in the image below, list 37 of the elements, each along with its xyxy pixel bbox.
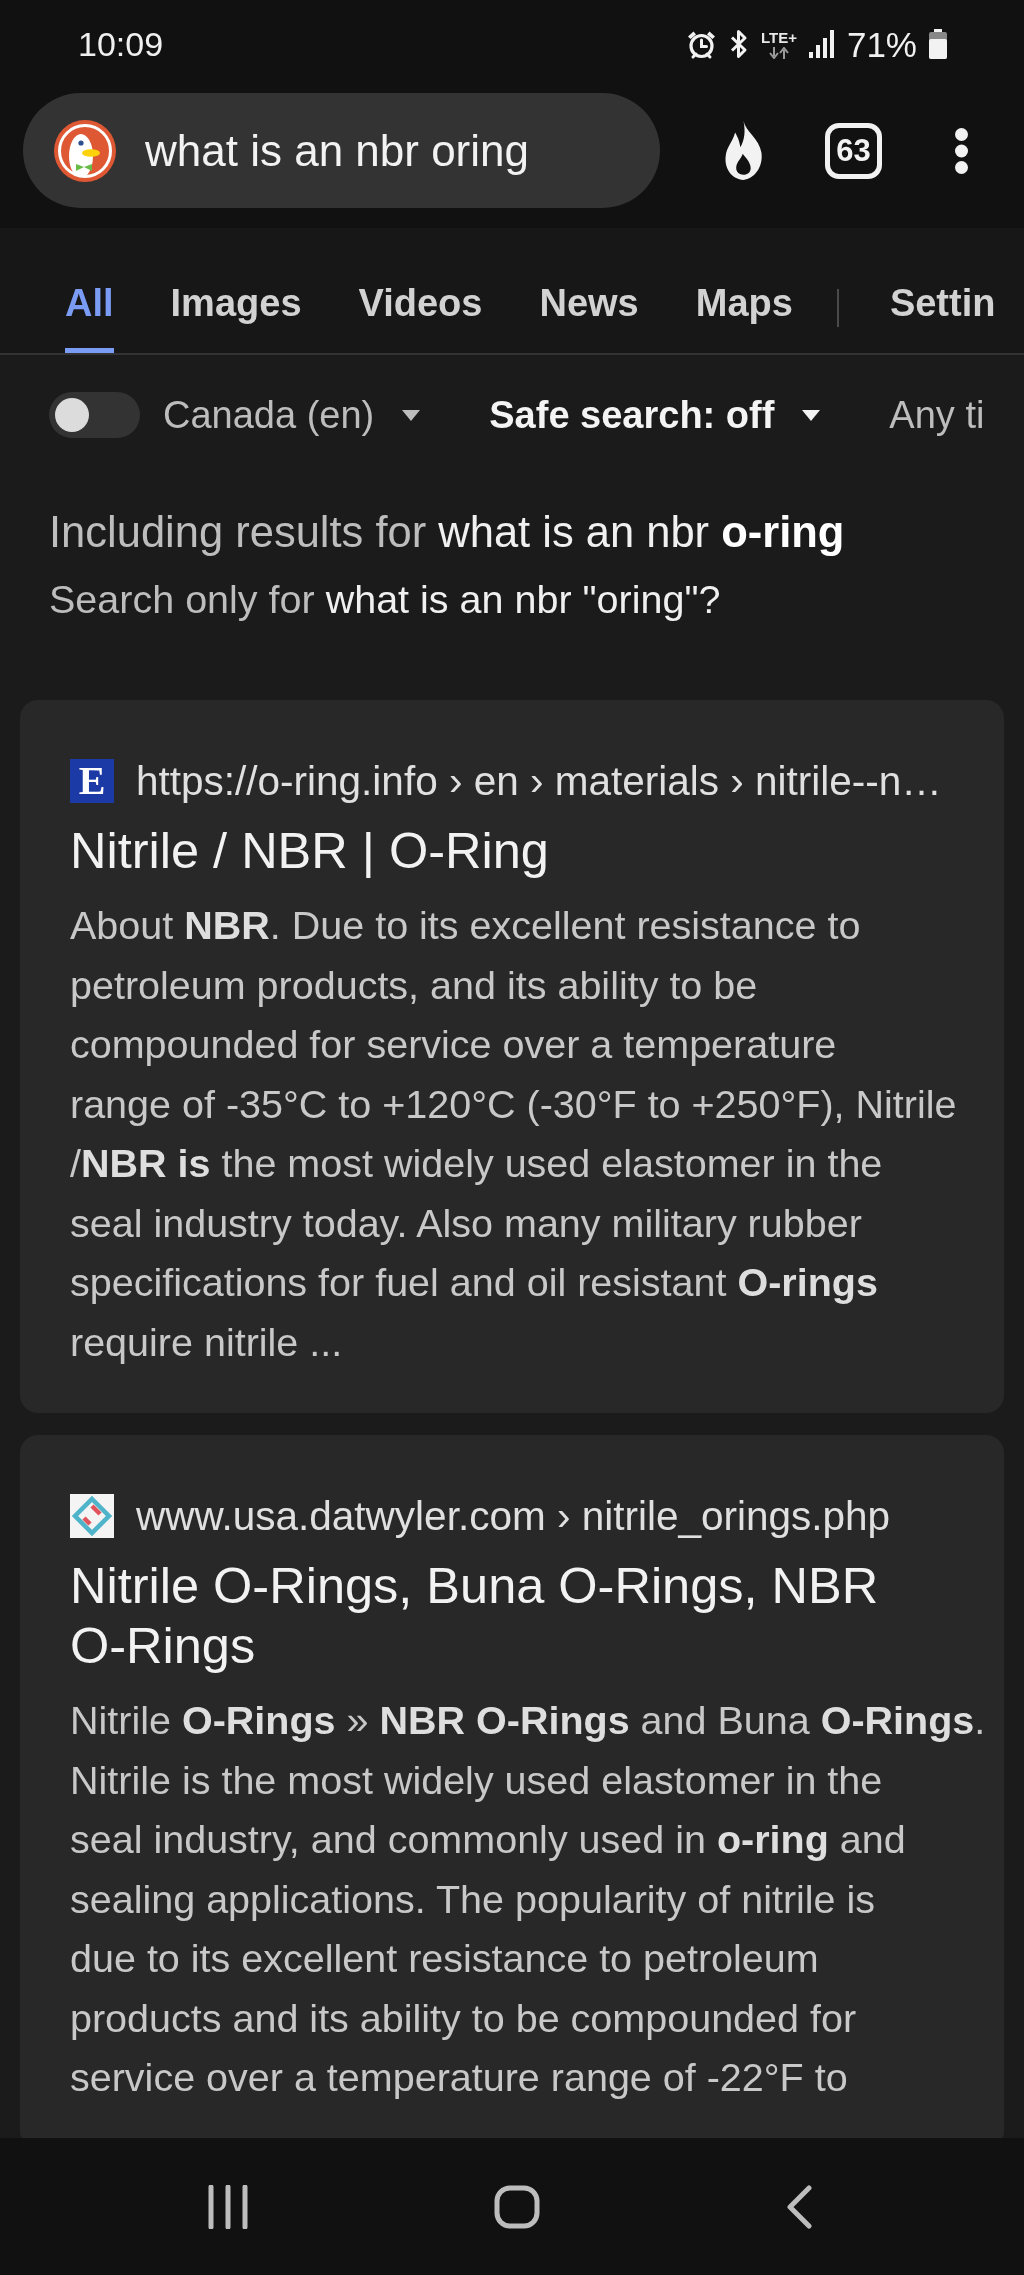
filter-dropdown[interactable]: Any ti [889,392,985,438]
search-only-text: Search only for what is an nbr "oring"? [49,576,721,623]
search-tab[interactable]: Images [170,228,302,353]
battery-icon [929,29,947,59]
result-snippet: Nitrile O-Rings » NBR O-Rings and Buna O-Rings. Nitrile is the most widely used elastomer in the seal industry, and commonly used in o-ring and sealing applications. The popularity of nitrile is due to its excellent resistance to petroleum products and its ability to be compounded for service over a temperature range of -22°F to [70,1697,987,2101]
recent-apps-icon[interactable] [208,2184,248,2229]
diamond-logo-icon [70,1494,114,1538]
toggle-switch[interactable] [49,392,140,438]
search-tab[interactable]: Maps [695,228,793,353]
result-snippet: About NBR. Due to its excellent resistance to petroleum products, and its ability to be compounded for service over a temperature range of -35°C to +120°C (-30°F to +250°F), Nitrile /NBR is the most widely used elastomer in the seal industry today. Also many military rubber specifications for fuel and oil resistant O-rings require nitrile ... [70,902,958,1366]
filter-dropdown[interactable]: Canada (en) [163,392,421,438]
search-tab[interactable]: News [539,228,639,353]
search-tab[interactable]: Videos [358,228,483,353]
result-url[interactable]: https://o-ring.info › en › materials › nitrile--n… [136,758,942,804]
filter-dropdown[interactable]: Safe search: off [489,392,821,438]
status-time: 10:09 [78,27,164,61]
data-arrows-icon [767,46,790,59]
search-bar[interactable]: what is an nbr oring [23,93,660,208]
menu-icon[interactable] [955,127,968,174]
including-results-text: Including results for what is an nbr o-ring [49,507,845,558]
query-link[interactable]: what is an nbr o-ring [438,508,845,556]
signal-icon [808,30,835,58]
search-field[interactable]: what is an nbr oring [145,125,565,176]
search-tab[interactable]: All [65,228,114,353]
query-link[interactable]: what is an nbr "oring"? [325,577,721,621]
site-logo: E [70,759,114,803]
duck-logo-icon [54,119,116,182]
tab-count-button[interactable]: 63 [825,122,882,179]
bluetooth-icon [728,29,749,59]
battery-percent: 71% [846,26,917,62]
home-icon[interactable] [494,2184,540,2229]
result-url[interactable]: www.usa.datwyler.com › nitrile_orings.php [136,1493,891,1539]
result-title[interactable]: Nitrile O-Rings, Buna O-Rings, NBR O-Rings [70,1556,910,1676]
network-type: LTE+ [760,29,797,45]
settings-link[interactable]: Settin [889,228,996,353]
result-title[interactable]: Nitrile / NBR | O-Ring [70,821,549,881]
back-icon[interactable] [786,2184,812,2229]
